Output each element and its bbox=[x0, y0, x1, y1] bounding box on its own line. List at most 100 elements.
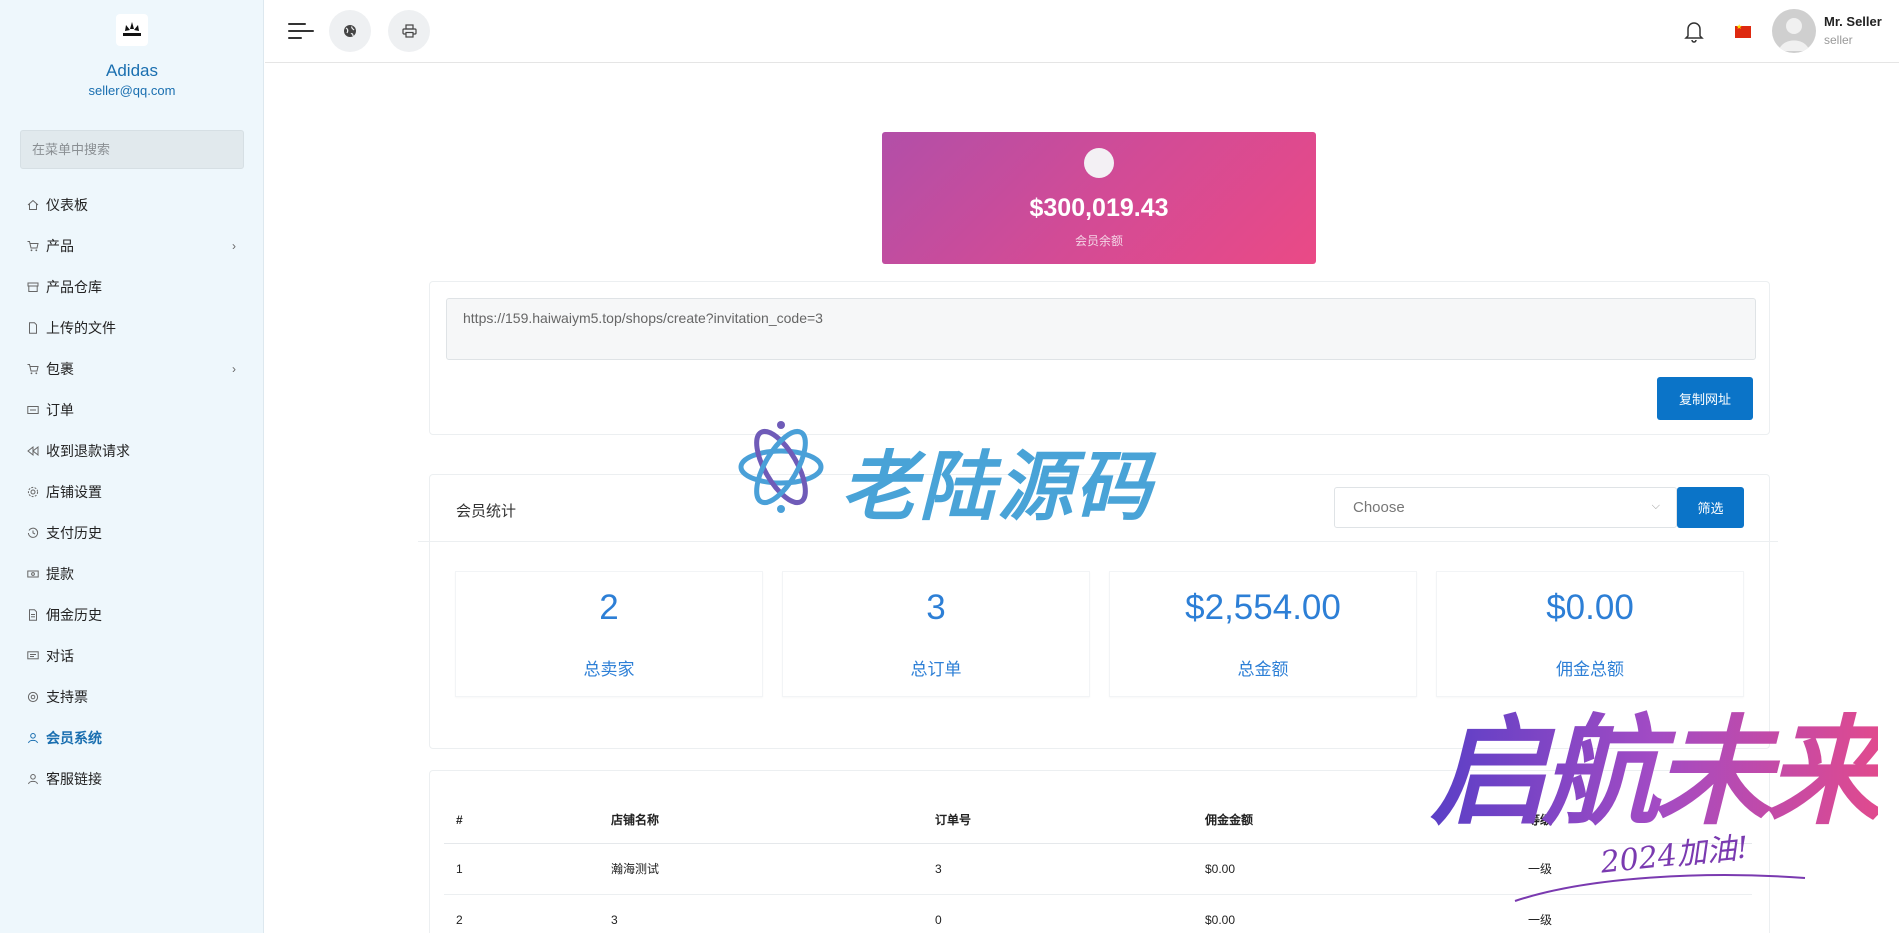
table-header-row: # 店铺名称 订单号 佣金金额 等级 bbox=[444, 797, 1752, 844]
brand-logo[interactable] bbox=[116, 14, 148, 46]
stat-total-commission: $0.00 佣金总额 bbox=[1436, 571, 1744, 697]
column-header: 订单号 bbox=[923, 797, 1193, 844]
china-flag-icon[interactable] bbox=[1735, 23, 1751, 38]
stat-value: $0.00 bbox=[1546, 588, 1634, 627]
sidebar-item-payment-history[interactable]: 支付历史 bbox=[0, 512, 264, 553]
sidebar: Adidas seller@qq.com 仪表板 产品 › 产品仓库 上传的文件… bbox=[0, 0, 264, 933]
brand-email: seller@qq.com bbox=[88, 83, 176, 98]
sidebar-item-label: 支付历史 bbox=[46, 524, 102, 541]
table-cell: 3 bbox=[599, 894, 923, 933]
stat-label: 总卖家 bbox=[583, 660, 635, 679]
column-header: 店铺名称 bbox=[599, 797, 923, 844]
sidebar-item-dashboard[interactable]: 仪表板 bbox=[0, 184, 264, 225]
invite-url-field[interactable] bbox=[446, 298, 1756, 360]
cash-icon bbox=[26, 567, 39, 580]
printer-icon bbox=[401, 24, 417, 38]
table-cell: 一级 bbox=[1516, 894, 1752, 933]
stat-value: 3 bbox=[926, 588, 946, 627]
brand-name: Adidas bbox=[106, 61, 158, 80]
sidebar-item-withdraw[interactable]: 提款 bbox=[0, 553, 264, 594]
copy-url-button[interactable]: 复制网址 bbox=[1657, 377, 1753, 420]
globe-icon bbox=[344, 25, 356, 37]
sidebar-item-label: 订单 bbox=[46, 401, 74, 418]
table-cell: $0.00 bbox=[1193, 843, 1516, 895]
print-button[interactable] bbox=[388, 10, 430, 52]
table-row: 2 3 0 $0.00 一级 bbox=[444, 894, 1752, 933]
table-cell: 一级 bbox=[1516, 843, 1752, 895]
stat-label: 佣金总额 bbox=[1556, 660, 1624, 679]
sidebar-item-label: 对话 bbox=[46, 647, 74, 664]
sidebar-item-shop-settings[interactable]: 店铺设置 bbox=[0, 471, 264, 512]
column-header: 佣金金额 bbox=[1193, 797, 1516, 844]
rewind-icon bbox=[26, 444, 39, 457]
chat-icon bbox=[26, 649, 39, 662]
table-cell: 0 bbox=[923, 894, 1193, 933]
stats-title: 会员统计 bbox=[456, 503, 517, 520]
balance-icon bbox=[1084, 148, 1114, 178]
sidebar-item-label: 包裹 bbox=[46, 360, 74, 377]
globe-button[interactable] bbox=[329, 10, 371, 52]
stat-label: 总订单 bbox=[910, 660, 962, 679]
sidebar-item-products[interactable]: 产品 › bbox=[0, 225, 264, 266]
sidebar-item-member-system[interactable]: 会员系统 bbox=[0, 717, 264, 758]
balance-label: 会员余额 bbox=[1074, 234, 1123, 248]
chevron-right-icon: › bbox=[232, 362, 236, 376]
sidebar-item-label: 会员系统 bbox=[46, 729, 102, 746]
member-table-card: # 店铺名称 订单号 佣金金额 等级 1 瀚海测试 3 $0.00 一级 2 3… bbox=[429, 770, 1770, 933]
sidebar-item-label: 支持票 bbox=[46, 688, 88, 705]
menu-toggle-icon[interactable] bbox=[288, 20, 314, 42]
stat-total-amount: $2,554.00 总金额 bbox=[1109, 571, 1417, 697]
filter-button[interactable]: 筛选 bbox=[1677, 487, 1744, 528]
sidebar-item-commission-history[interactable]: 佣金历史 bbox=[0, 594, 264, 635]
sidebar-item-label: 产品仓库 bbox=[46, 278, 102, 295]
file-icon bbox=[26, 321, 39, 334]
table-cell: 3 bbox=[923, 843, 1193, 895]
notification-bell-icon[interactable] bbox=[1683, 19, 1705, 43]
sidebar-item-product-warehouse[interactable]: 产品仓库 bbox=[0, 266, 264, 307]
sidebar-item-label: 客服链接 bbox=[46, 770, 102, 787]
sidebar-item-label: 上传的文件 bbox=[46, 319, 116, 336]
sidebar-item-customer-service-link[interactable]: 客服链接 bbox=[0, 758, 264, 799]
user-name[interactable]: Mr. Seller bbox=[1824, 14, 1882, 29]
sidebar-item-conversations[interactable]: 对话 bbox=[0, 635, 264, 676]
menu-search-input[interactable] bbox=[20, 130, 244, 169]
avatar[interactable] bbox=[1772, 9, 1816, 53]
sidebar-item-label: 产品 bbox=[46, 237, 74, 254]
sidebar-item-label: 佣金历史 bbox=[46, 606, 102, 623]
sidebar-item-uploaded-files[interactable]: 上传的文件 bbox=[0, 307, 264, 348]
stat-total-sellers: 2 总卖家 bbox=[455, 571, 763, 697]
sidebar-item-label: 提款 bbox=[46, 565, 74, 582]
divider bbox=[418, 541, 1778, 542]
table-row: 1 瀚海测试 3 $0.00 一级 bbox=[444, 843, 1752, 895]
user-role: seller bbox=[1824, 33, 1853, 47]
table-cell: $0.00 bbox=[1193, 894, 1516, 933]
cart-icon bbox=[26, 362, 39, 375]
balance-amount: $300,019.43 bbox=[1029, 194, 1169, 222]
document-icon bbox=[26, 608, 39, 621]
table-cell: 1 bbox=[444, 843, 599, 895]
user-icon bbox=[26, 772, 39, 785]
table-cell: 瀚海测试 bbox=[599, 843, 923, 895]
member-table: # 店铺名称 订单号 佣金金额 等级 1 瀚海测试 3 $0.00 一级 2 3… bbox=[444, 797, 1752, 933]
ticket-icon bbox=[26, 403, 39, 416]
chevron-down-icon: ⌵ bbox=[1651, 500, 1660, 512]
user-avatar-icon bbox=[1779, 18, 1809, 51]
stat-value: 2 bbox=[599, 588, 619, 627]
sidebar-item-packages[interactable]: 包裹 › bbox=[0, 348, 264, 389]
column-header: 等级 bbox=[1516, 797, 1752, 844]
cart-icon bbox=[26, 239, 39, 252]
filter-select[interactable]: Choose ⌵ bbox=[1334, 487, 1677, 528]
history-icon bbox=[26, 526, 39, 539]
sidebar-item-orders[interactable]: 订单 bbox=[0, 389, 264, 430]
home-icon bbox=[26, 198, 39, 211]
stat-label: 总金额 bbox=[1237, 660, 1289, 679]
member-balance-card: $300,019.43 会员余额 bbox=[882, 132, 1316, 264]
sidebar-item-refund-requests[interactable]: 收到退款请求 bbox=[0, 430, 264, 471]
filter-select-value: Choose bbox=[1353, 499, 1405, 516]
stat-total-orders: 3 总订单 bbox=[782, 571, 1090, 697]
column-header: # bbox=[444, 797, 599, 844]
member-stats-card: 会员统计 Choose ⌵ 筛选 2 总卖家 3 总订单 $2,554.00 总… bbox=[418, 474, 1778, 749]
archive-icon bbox=[26, 280, 39, 293]
sidebar-menu: 仪表板 产品 › 产品仓库 上传的文件 包裹 › 订单 收到退款请求 店铺设置 … bbox=[0, 184, 264, 799]
sidebar-item-support-tickets[interactable]: 支持票 bbox=[0, 676, 264, 717]
